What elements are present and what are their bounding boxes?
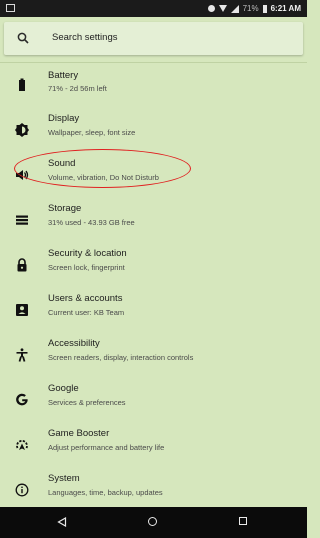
- settings-list: Battery 71% - 2d 56m left Display Wallpa…: [0, 63, 307, 513]
- google-icon: [14, 392, 30, 408]
- status-bar: 71% 6:21 AM: [0, 0, 307, 17]
- search-placeholder: Search settings: [52, 32, 118, 43]
- settings-item-title: Game Booster: [48, 428, 110, 439]
- settings-item-storage[interactable]: Storage 31% used - 43.93 GB free: [0, 198, 307, 243]
- battery-status-icon: [262, 4, 267, 13]
- settings-item-google[interactable]: Google Services & preferences: [0, 378, 307, 423]
- game-booster-icon: [14, 437, 30, 453]
- wifi-icon: [218, 5, 227, 12]
- signal-icon: [230, 4, 239, 13]
- settings-item-subtitle: 71% - 2d 56m left: [48, 84, 107, 93]
- account-icon: [14, 302, 30, 318]
- recent-apps-icon[interactable]: [239, 517, 247, 525]
- navigation-bar: [0, 507, 307, 538]
- storage-icon: [14, 212, 30, 228]
- settings-item-battery[interactable]: Battery 71% - 2d 56m left: [0, 63, 307, 108]
- image-notification-icon: [6, 4, 15, 12]
- settings-item-subtitle: Screen lock, fingerprint: [48, 263, 125, 272]
- volume-icon: [14, 167, 30, 183]
- settings-item-display[interactable]: Display Wallpaper, sleep, font size: [0, 108, 307, 153]
- settings-item-subtitle: 31% used - 43.93 GB free: [48, 218, 135, 227]
- home-icon[interactable]: [148, 517, 157, 526]
- settings-item-users[interactable]: Users & accounts Current user: KB Team: [0, 288, 307, 333]
- battery-icon: [14, 77, 30, 93]
- search-icon: [17, 32, 29, 44]
- settings-item-subtitle: Current user: KB Team: [48, 308, 125, 317]
- brightness-icon: [14, 122, 30, 138]
- settings-item-title: Accessibility: [48, 338, 100, 349]
- settings-item-subtitle: Screen readers, display, interaction con…: [48, 353, 194, 362]
- settings-item-title: Storage: [48, 203, 82, 214]
- settings-item-title: Users & accounts: [48, 293, 123, 304]
- settings-item-subtitle: Volume, vibration, Do Not Disturb: [48, 173, 159, 182]
- settings-item-title: System: [48, 473, 80, 484]
- settings-item-subtitle: Wallpaper, sleep, font size: [48, 128, 136, 137]
- settings-item-subtitle: Adjust performance and battery life: [48, 443, 165, 452]
- do-not-disturb-icon: [207, 5, 215, 12]
- search-bar[interactable]: Search settings: [4, 22, 303, 55]
- settings-item-game-booster[interactable]: Game Booster Adjust performance and batt…: [0, 423, 307, 468]
- back-icon[interactable]: [57, 517, 67, 527]
- settings-item-title: Battery: [48, 70, 79, 81]
- info-icon: [14, 482, 30, 498]
- settings-item-subtitle: Services & preferences: [48, 398, 126, 407]
- lock-icon: [14, 257, 30, 273]
- settings-item-security[interactable]: Security & location Screen lock, fingerp…: [0, 243, 307, 288]
- status-icons: 71% 6:21 AM: [207, 0, 301, 17]
- settings-item-subtitle: Languages, time, backup, updates: [48, 488, 163, 497]
- settings-item-title: Sound: [48, 158, 76, 169]
- clock: 6:21 AM: [270, 4, 301, 13]
- settings-item-title: Security & location: [48, 248, 127, 259]
- settings-item-title: Display: [48, 113, 80, 124]
- battery-percent: 71%: [242, 4, 259, 13]
- settings-item-accessibility[interactable]: Accessibility Screen readers, display, i…: [0, 333, 307, 378]
- accessibility-icon: [14, 347, 30, 363]
- settings-item-title: Google: [48, 383, 79, 394]
- settings-item-sound[interactable]: Sound Volume, vibration, Do Not Disturb: [0, 153, 307, 198]
